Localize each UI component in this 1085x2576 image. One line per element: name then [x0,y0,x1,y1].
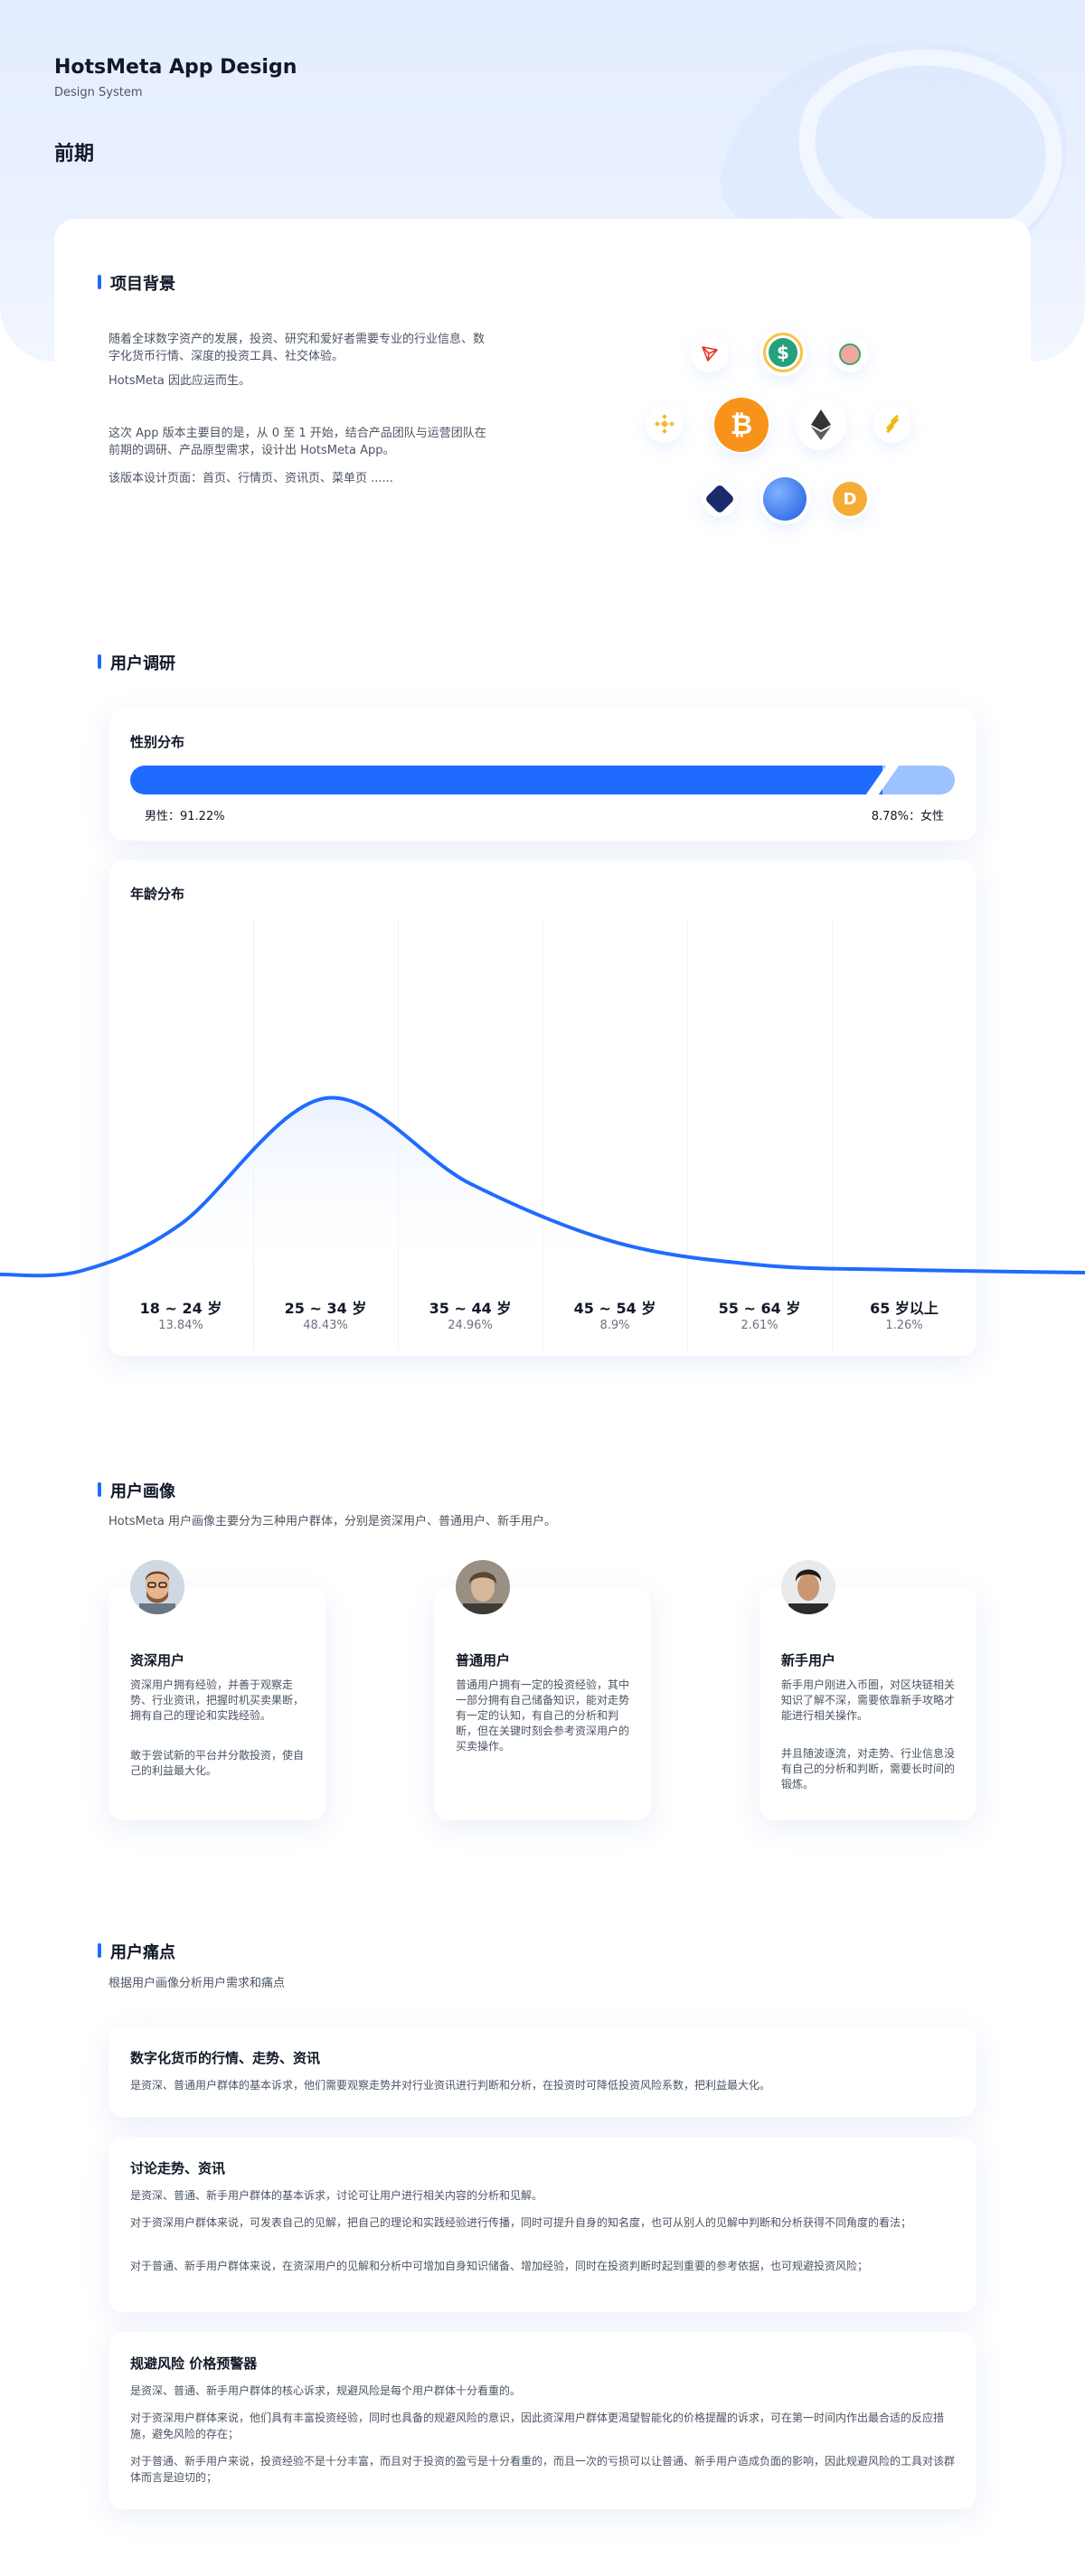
gender-bar [130,766,955,794]
background-paragraph-2: HotsMeta 因此应运而生。 [108,374,251,388]
personas-description: HotsMeta 用户画像主要分为三种用户群体，分别是资深用户、普通用户、新手用… [108,1515,557,1528]
age-card: 年龄分布 18 ~ 24 岁 13.84% 25 ~ 34 岁 48.43% 35 ~ … [108,860,976,1356]
age-card-title: 年龄分布 [130,886,185,902]
ethereum-icon [796,400,846,450]
age-group-percent: 13.84% [158,1319,203,1332]
usd-coin-icon: $ [760,329,807,376]
age-column-divider [832,920,833,1350]
pain-card-market: 数字化货币的行情、走势、资讯 是资深、普通用户群体的基本诉求，他们需要观察走势并… [108,2026,976,2117]
pain-card-title: 数字化货币的行情、走势、资讯 [130,2050,321,2066]
age-column-divider [253,920,254,1350]
brand-title: HotsMeta App Design [54,56,297,79]
pain-card-text: 是资深、普通、新手用户群体的核心诉求，规避风险是每个用户群体十分看重的。 [130,2384,522,2397]
persona-name: 新手用户 [781,1652,836,1669]
section-title-research: 用户调研 [98,651,175,674]
background-paragraph-1: 随着全球数字资产的发展，投资、研究和爱好者需要专业的行业信息、数字化货币行情、深… [108,333,486,363]
pain-card-text: 对于资深用户群体来说，可发表自己的见解，把自己的理论和实践经验进行传播，同时可提… [130,2216,912,2229]
gender-card-title: 性别分布 [130,734,185,750]
bnb-icon [646,405,684,443]
persona-card-newbie: 新手用户 新手用户刚进入币圈，对区块链相关知识了解不深，需要依靠新手攻略才能进行… [760,1560,976,1820]
persona-text: 新手用户刚进入币圈，对区块链相关知识了解不深，需要依靠新手攻略才能进行相关操作。 [781,1678,956,1722]
avatar [130,1560,184,1614]
tron-icon [691,334,729,372]
age-group-percent: 24.96% [448,1319,493,1332]
phase-title: 前期 [54,143,95,165]
avatar [781,1560,835,1614]
wbtc-icon [702,481,738,517]
pain-card-text: 对于普通、新手用户来说，投资经验不是十分丰富，而且对于投资的盈亏是十分看重的，而… [130,2455,956,2484]
age-group-label: 65 岁以上 [870,1300,939,1317]
gender-female-label: 8.78%：女性 [871,810,944,823]
age-group-label: 45 ~ 54 岁 [573,1300,656,1317]
age-group-label: 18 ~ 24 岁 [139,1300,222,1317]
pain-card-text: 是资深、普通、新手用户群体的基本诉求，讨论可让用户进行相关内容的分析和见解。 [130,2189,543,2202]
persona-text-extra: 敢于尝试新的平台并分散投资，使自己的利益最大化。 [130,1749,305,1777]
persona-text: 普通用户拥有一定的投资经验，其中一部分拥有自己储备知识，能对走势有一定的认知，有… [456,1678,630,1753]
persona-text-extra: 并且随波逐流，对走势、行业信息没有自己的分析和判断，需要长时间的锻炼。 [781,1747,956,1791]
age-group-label: 55 ~ 64 岁 [718,1300,801,1317]
age-group-percent: 48.43% [303,1319,348,1332]
section-title-background: 项目背景 [98,271,175,295]
persona-card-regular: 普通用户 普通用户拥有一定的投资经验，其中一部分拥有自己储备知识，能对走势有一定… [434,1560,651,1820]
persona-card-senior: 资深用户 资深用户拥有经验，并善于观察走势、行业资讯，把握时机买卖果断，拥有自己… [108,1560,326,1820]
background-paragraph-3: 这次 App 版本主要目的是，从 0 至 1 开始，结合产品团队与运营团队在前期… [108,427,486,457]
pain-card-text: 是资深、普通用户群体的基本诉求，他们需要观察走势并对行业资讯进行判断和分析，在投… [130,2079,771,2092]
avatar [456,1560,510,1614]
age-group-percent: 8.9% [599,1319,630,1332]
pain-card-text: 对于资深用户群体来说，他们具有丰富投资经验，同时也具备的规避风险的意识，因此资深… [130,2411,945,2440]
persona-text: 资深用户拥有经验，并善于观察走势、行业资讯，把握时机买卖果断，拥有自己的理论和实… [130,1678,305,1722]
pain-card-risk: 规避风险 价格预警器 是资深、普通、新手用户群体的核心诉求，规避风险是每个用户群… [108,2332,976,2509]
age-column-divider [398,920,399,1350]
gender-male-label: 男性：91.22% [145,810,225,823]
pain-points-description: 根据用户画像分析用户需求和痛点 [108,1977,286,1990]
blue-token-icon [760,474,810,524]
age-group-label: 25 ~ 34 岁 [284,1300,367,1317]
pain-card-discussion: 讨论走势、资讯 是资深、普通、新手用户群体的基本诉求，讨论可让用户进行相关内容的… [108,2137,976,2312]
age-group-percent: 1.26% [885,1319,923,1332]
age-column-divider [542,920,543,1350]
binance-usd-icon [873,405,911,443]
age-column-divider [687,920,688,1350]
gender-card: 性别分布 男性：91.22% 8.78%：女性 [108,709,976,841]
brand-subtitle: Design System [54,86,143,99]
persona-name: 普通用户 [456,1652,511,1669]
section-title-pain-points: 用户痛点 [98,1940,175,1963]
section-title-personas: 用户画像 [98,1479,175,1502]
gender-bar-male [130,766,882,794]
main-panel: 项目背景 随着全球数字资产的发展，投资、研究和爱好者需要专业的行业信息、数字化货… [54,219,1031,2533]
pain-card-title: 讨论走势、资讯 [130,2160,226,2176]
background-paragraph-4: 该版本设计页面：首页、行情页、资讯页、菜单页 ...... [108,472,393,485]
pig-token-icon [832,336,868,372]
age-group-label: 35 ~ 44 岁 [429,1300,512,1317]
pain-card-text: 对于普通、新手用户群体来说，在资深用户的见解和分析中可增加自身知识储备、增加经验… [130,2260,869,2272]
pain-card-title: 规避风险 价格预警器 [130,2355,258,2372]
dai-icon: D [830,479,870,519]
persona-name: 资深用户 [130,1652,185,1669]
bitcoin-icon: ₿ [712,396,770,454]
age-group-percent: 2.61% [741,1319,778,1332]
